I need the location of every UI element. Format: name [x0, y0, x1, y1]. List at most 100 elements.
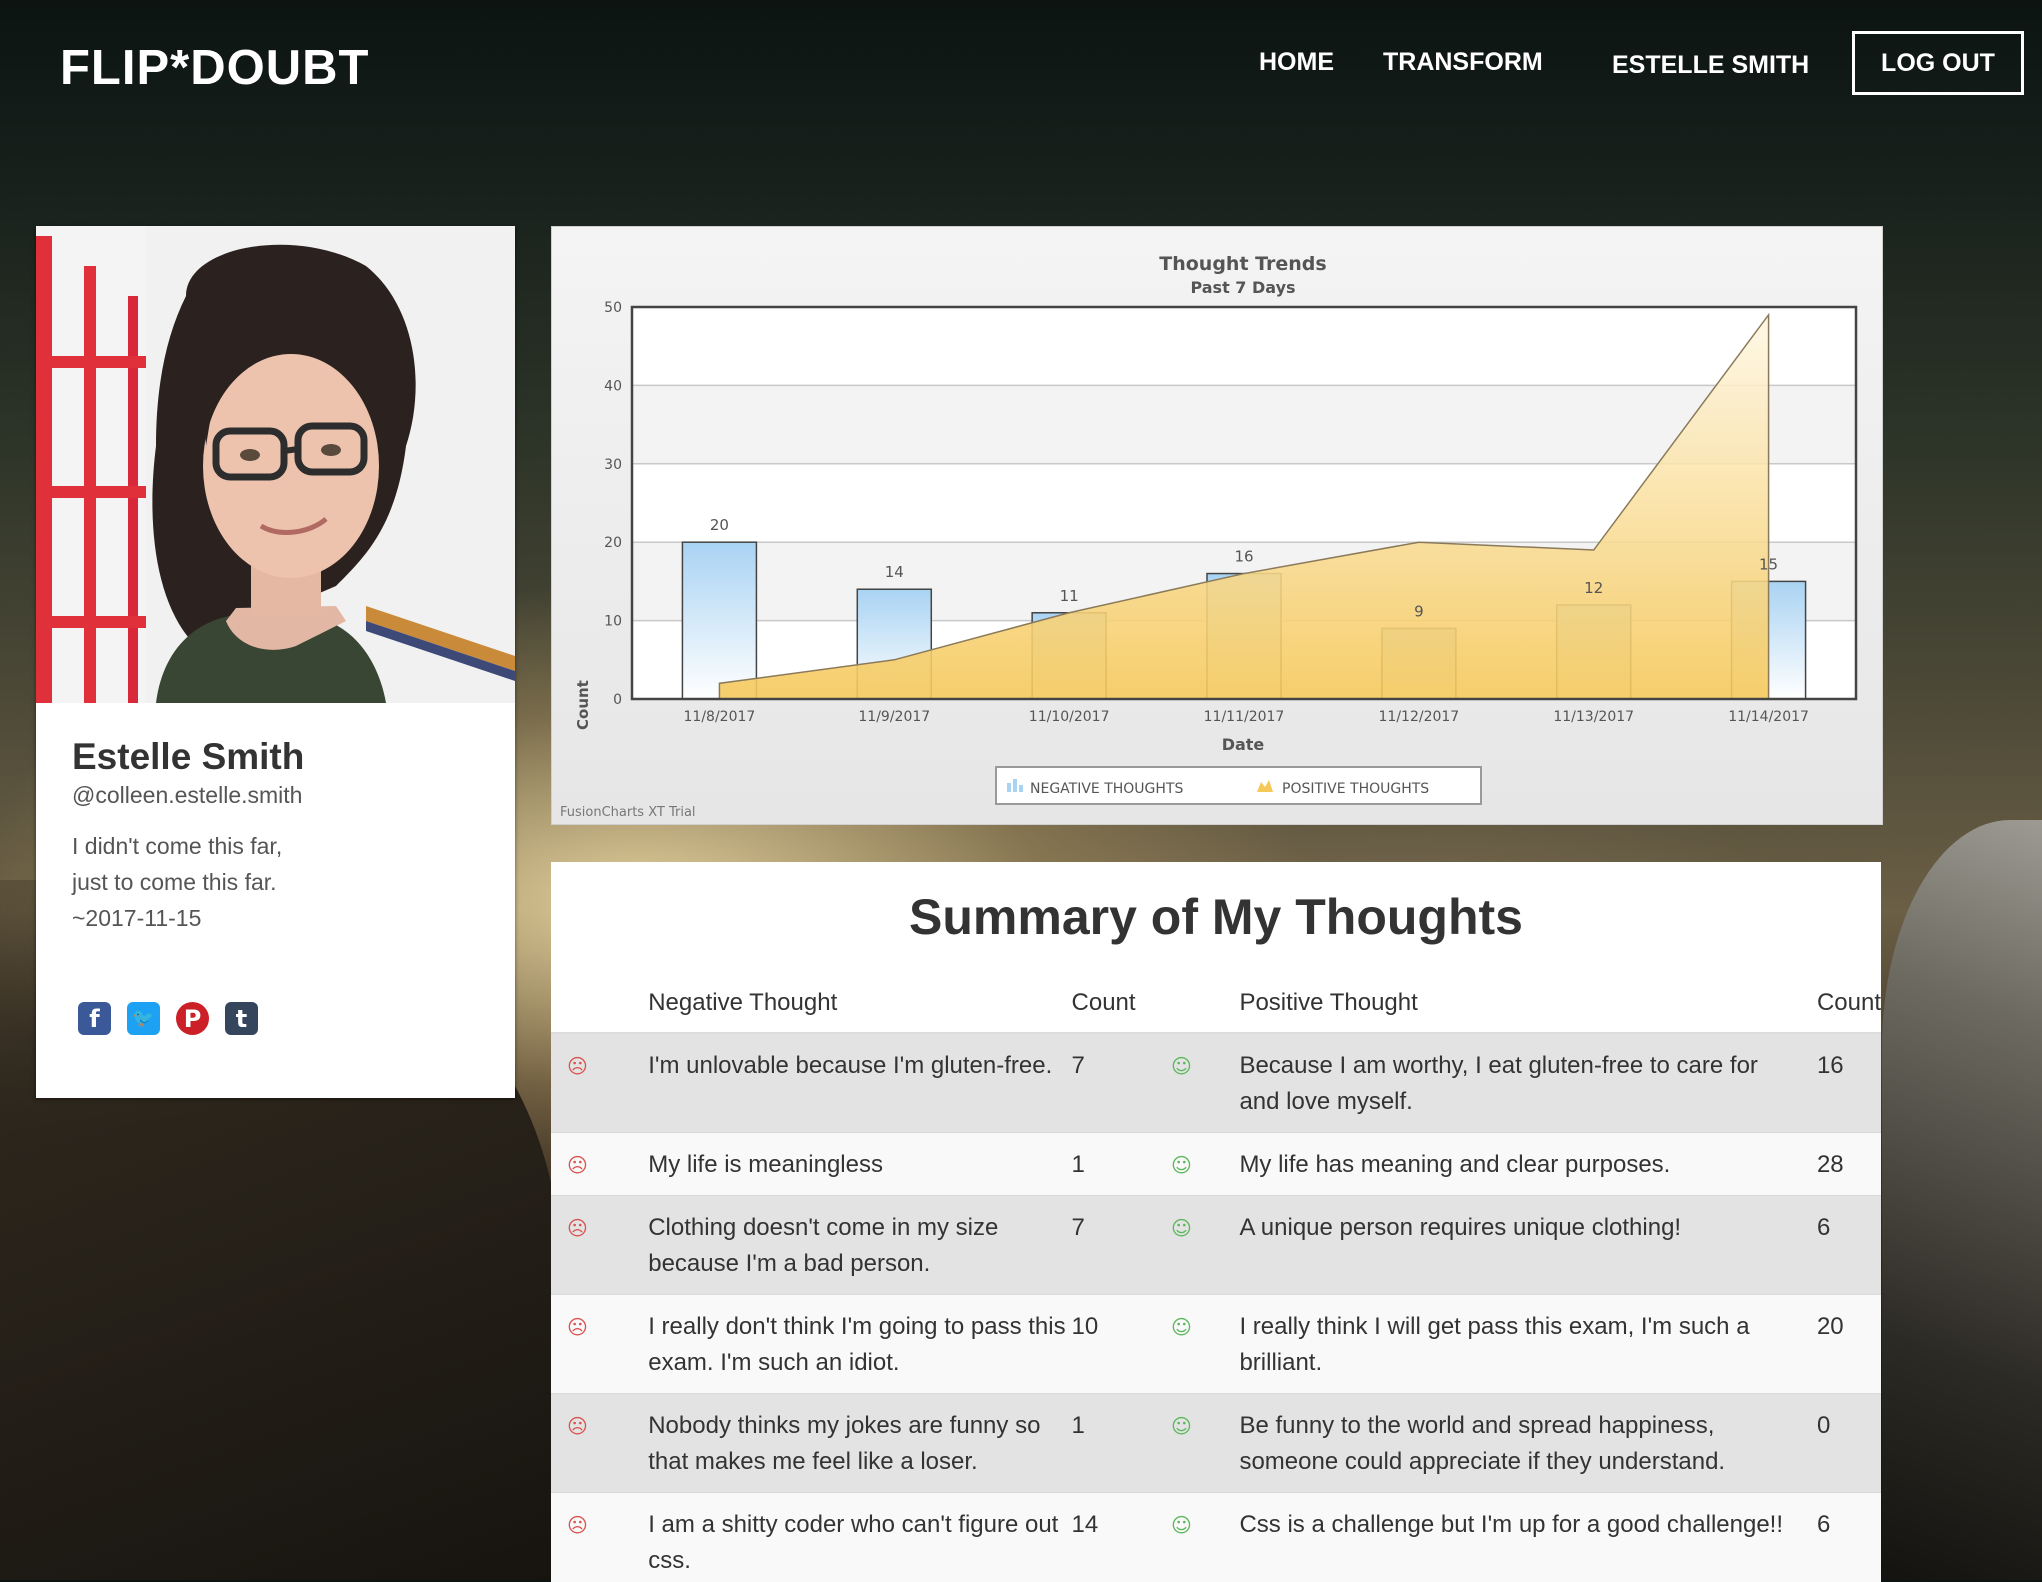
negative-thought-cell: Clothing doesn't come in my size because… [648, 1196, 1071, 1295]
header-positive-thought: Positive Thought [1239, 974, 1817, 1033]
summary-rows: ☹I'm unlovable because I'm gluten-free.7… [551, 1033, 1881, 1582]
profile-quote: I didn't come this far, just to come thi… [72, 828, 282, 936]
chart-subtitle: Past 7 Days [1190, 278, 1295, 297]
header-spacer [1171, 974, 1239, 1033]
x-tick-label: 11/8/2017 [684, 709, 756, 725]
chart-title: Thought Trends [1159, 253, 1326, 275]
sad-face-icon: ☹ [551, 1133, 648, 1196]
table-row: ☹I really don't think I'm going to pass … [551, 1295, 1881, 1394]
plot-band [632, 307, 1856, 385]
negative-thought-cell: I'm unlovable because I'm gluten-free. [648, 1033, 1071, 1133]
header-negative-count: Count [1072, 974, 1172, 1033]
header-negative-thought: Negative Thought [648, 974, 1071, 1033]
bar-data-label: 12 [1584, 579, 1603, 597]
header-positive-count: Count [1817, 974, 1881, 1033]
chart-plot-area: 0 10 20 30 40 50 20 14 11 16 9 12 15 11/8/2017 11/9/20… [604, 300, 1856, 725]
positive-count-cell: 16 [1817, 1033, 1881, 1133]
happy-face-icon: ☺ [1171, 1394, 1239, 1493]
summary-card: Summary of My Thoughts Negative Thought … [551, 862, 1881, 1582]
chart-watermark: FusionCharts XT Trial [560, 805, 696, 820]
sad-face-icon: ☹ [551, 1295, 648, 1394]
x-tick-label: 11/14/2017 [1728, 709, 1809, 725]
positive-thought-cell: My life has meaning and clear purposes. [1239, 1133, 1817, 1196]
profile-card: Estelle Smith @colleen.estelle.smith I d… [36, 226, 515, 1098]
y-tick-label: 30 [604, 457, 622, 473]
negative-thought-cell: Nobody thinks my jokes are funny so that… [648, 1394, 1071, 1493]
happy-face-icon: ☺ [1171, 1196, 1239, 1295]
negative-count-cell: 10 [1072, 1295, 1172, 1394]
tumblr-icon[interactable]: t [225, 1002, 258, 1035]
bar-data-label: 16 [1234, 548, 1253, 566]
facebook-icon[interactable]: f [78, 1002, 111, 1035]
y-tick-label: 20 [604, 535, 622, 551]
sad-face-icon: ☹ [551, 1493, 648, 1582]
background-hill-right [1882, 820, 2042, 1580]
y-tick-label: 10 [604, 614, 622, 630]
positive-thought-cell: Css is a challenge but I'm up for a good… [1239, 1493, 1817, 1582]
happy-face-icon: ☺ [1171, 1133, 1239, 1196]
negative-thought-cell: I am a shitty coder who can't figure out… [648, 1493, 1071, 1582]
chart-xlabel: Date [1222, 735, 1265, 754]
x-tick-label: 11/10/2017 [1029, 709, 1110, 725]
quote-line: I didn't come this far, [72, 828, 282, 864]
summary-title: Summary of My Thoughts [551, 888, 1881, 946]
negative-count-cell: 14 [1072, 1493, 1172, 1582]
table-row: ☹Clothing doesn't come in my size becaus… [551, 1196, 1881, 1295]
brand-logo[interactable]: FLIP*DOUBT [60, 40, 369, 96]
positive-count-cell: 6 [1817, 1493, 1881, 1582]
legend-negative[interactable]: NEGATIVE THOUGHTS [1030, 781, 1183, 797]
positive-count-cell: 28 [1817, 1133, 1881, 1196]
happy-face-icon: ☺ [1171, 1493, 1239, 1582]
nav-user-profile[interactable]: ESTELLE SMITH [1612, 51, 1809, 80]
sad-face-icon: ☹ [551, 1033, 648, 1133]
legend-positive[interactable]: POSITIVE THOUGHTS [1282, 781, 1429, 797]
bar-data-label: 15 [1759, 555, 1778, 573]
logout-button[interactable]: LOG OUT [1852, 31, 2024, 95]
negative-count-cell: 1 [1072, 1133, 1172, 1196]
happy-face-icon: ☺ [1171, 1033, 1239, 1133]
negative-thought-cell: My life is meaningless [648, 1133, 1071, 1196]
summary-table: Negative Thought Count Positive Thought … [551, 974, 1881, 1582]
table-row: ☹I'm unlovable because I'm gluten-free.7… [551, 1033, 1881, 1133]
sad-face-icon: ☹ [551, 1196, 648, 1295]
positive-count-cell: 0 [1817, 1394, 1881, 1493]
header-spacer [551, 974, 648, 1033]
profile-handle: @colleen.estelle.smith [72, 782, 302, 809]
happy-face-icon: ☺ [1171, 1295, 1239, 1394]
negative-count-cell: 1 [1072, 1394, 1172, 1493]
table-row: ☹I am a shitty coder who can't figure ou… [551, 1493, 1881, 1582]
y-tick-label: 40 [604, 378, 622, 394]
x-tick-label: 11/9/2017 [858, 709, 930, 725]
x-tick-label: 11/11/2017 [1204, 709, 1285, 725]
social-links: f 🐦 P t [78, 1002, 258, 1035]
bar-data-label: 14 [885, 563, 904, 581]
twitter-icon[interactable]: 🐦 [127, 1002, 160, 1035]
chart-svg: Thought Trends Past 7 Days Count Date 0 1… [552, 227, 1884, 826]
bar-negative [682, 542, 756, 699]
positive-count-cell: 6 [1817, 1196, 1881, 1295]
negative-count-cell: 7 [1072, 1033, 1172, 1133]
positive-thought-cell: Be funny to the world and spread happine… [1239, 1394, 1817, 1493]
nav-home[interactable]: HOME [1259, 48, 1334, 77]
y-tick-label: 0 [613, 692, 622, 708]
positive-count-cell: 20 [1817, 1295, 1881, 1394]
pinterest-icon[interactable]: P [176, 1002, 209, 1035]
table-row: ☹My life is meaningless1☺My life has mea… [551, 1133, 1881, 1196]
sad-face-icon: ☹ [551, 1394, 648, 1493]
y-tick-label: 50 [604, 300, 622, 316]
x-tick-label: 11/13/2017 [1553, 709, 1634, 725]
bar-data-label: 11 [1060, 587, 1079, 605]
positive-thought-cell: Because I am worthy, I eat gluten-free t… [1239, 1033, 1817, 1133]
profile-name: Estelle Smith [72, 736, 304, 778]
x-tick-label: 11/12/2017 [1379, 709, 1460, 725]
thought-trends-chart: Thought Trends Past 7 Days Count Date 0 1… [551, 226, 1883, 825]
negative-thought-cell: I really don't think I'm going to pass t… [648, 1295, 1071, 1394]
positive-thought-cell: I really think I will get pass this exam… [1239, 1295, 1817, 1394]
chart-ylabel: Count [574, 680, 592, 730]
table-row: ☹Nobody thinks my jokes are funny so tha… [551, 1394, 1881, 1493]
bar-data-label: 9 [1414, 602, 1424, 620]
positive-thought-cell: A unique person requires unique clothing… [1239, 1196, 1817, 1295]
nav-transform[interactable]: TRANSFORM [1383, 48, 1543, 77]
bar-data-label: 20 [710, 516, 729, 534]
quote-line: just to come this far. [72, 864, 282, 900]
